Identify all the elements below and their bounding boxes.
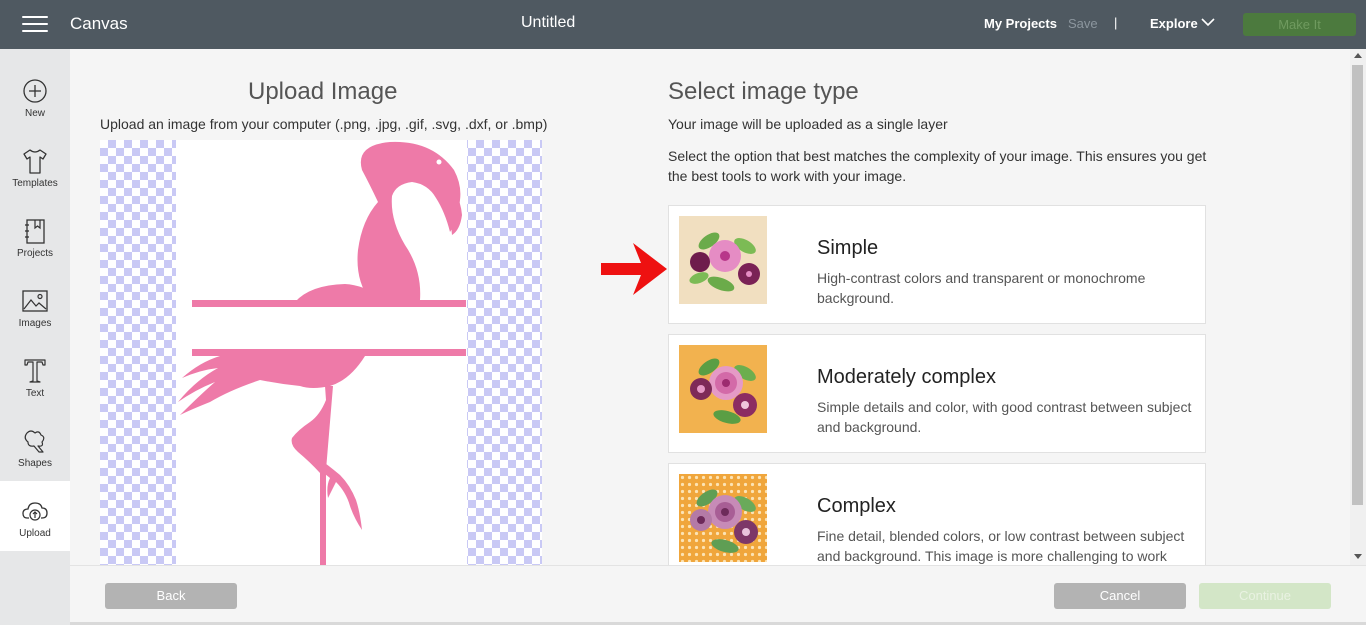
- card-description: Simple details and color, with good cont…: [817, 399, 1192, 435]
- shapes-icon: [24, 430, 45, 453]
- sidebar-item-new[interactable]: New: [0, 61, 70, 131]
- complex-thumbnail: [679, 474, 767, 562]
- sidebar-item-templates[interactable]: Templates: [0, 131, 70, 201]
- select-type-title: Select image type: [668, 78, 859, 105]
- plus-circle-icon: [23, 79, 47, 103]
- sidebar-item-text[interactable]: Text: [0, 341, 70, 411]
- text-t-icon: [24, 359, 46, 383]
- sidebar-item-label: Projects: [16, 248, 54, 259]
- card-title: Simple: [817, 237, 879, 259]
- dialog-footer: Back Cancel Continue: [70, 565, 1366, 625]
- top-bar: Canvas Untitled My Projects Save | Explo…: [0, 0, 1366, 49]
- image-preview: [100, 140, 542, 565]
- continue-button[interactable]: Continue: [1199, 583, 1331, 609]
- make-it-button[interactable]: Make It: [1243, 13, 1356, 36]
- upload-title: Upload Image: [248, 78, 398, 105]
- left-toolbar: New Templates Projects Images Text Shape…: [0, 49, 70, 625]
- sidebar-item-upload[interactable]: Upload: [0, 481, 70, 551]
- document-title[interactable]: Untitled: [521, 14, 575, 32]
- select-type-note: Your image will be uploaded as a single …: [668, 116, 948, 132]
- card-title: Moderately complex: [817, 366, 996, 388]
- sidebar-item-images[interactable]: Images: [0, 271, 70, 341]
- card-description: High-contrast colors and transparent or …: [817, 270, 1146, 306]
- main-content: Upload Image Upload an image from your c…: [70, 49, 1350, 565]
- scroll-down-icon[interactable]: [1354, 554, 1362, 559]
- scrollbar-thumb[interactable]: [1352, 65, 1363, 505]
- image-type-simple[interactable]: Simple High-contrast colors and transpar…: [668, 205, 1206, 324]
- sidebar-item-shapes[interactable]: Shapes: [0, 411, 70, 481]
- sidebar-item-label: Images: [18, 318, 52, 329]
- sidebar-item-label: Templates: [12, 178, 58, 189]
- sidebar-item-label: Text: [25, 388, 45, 399]
- select-type-description: Select the option that best matches the …: [668, 148, 1207, 184]
- card-title: Complex: [817, 495, 896, 517]
- image-icon: [22, 290, 48, 312]
- notebook-icon: [25, 219, 45, 244]
- header-separator: |: [1114, 15, 1118, 30]
- sidebar-item-label: New: [24, 108, 45, 119]
- cancel-button[interactable]: Cancel: [1054, 583, 1186, 609]
- moderately-complex-thumbnail: [679, 345, 767, 433]
- upload-subtitle: Upload an image from your computer (.png…: [100, 116, 548, 132]
- cloud-upload-icon: [22, 502, 48, 521]
- simple-thumbnail: [679, 216, 767, 304]
- scroll-up-icon[interactable]: [1354, 53, 1362, 58]
- image-type-moderately-complex[interactable]: Moderately complex Simple details and co…: [668, 334, 1206, 453]
- card-description: Fine detail, blended colors, or low cont…: [817, 528, 1185, 564]
- sidebar-item-label: Upload: [19, 528, 51, 539]
- flamingo-image: [178, 141, 466, 565]
- sidebar-item-projects[interactable]: Projects: [0, 201, 70, 271]
- app-name: Canvas: [70, 14, 128, 33]
- vertical-scrollbar[interactable]: [1350, 49, 1366, 565]
- chevron-down-icon[interactable]: [1201, 17, 1215, 27]
- my-projects-link[interactable]: My Projects: [984, 16, 1057, 31]
- explore-menu[interactable]: Explore: [1150, 16, 1198, 31]
- save-button[interactable]: Save: [1068, 16, 1098, 31]
- sidebar-item-label: Shapes: [18, 458, 52, 469]
- back-button[interactable]: Back: [105, 583, 237, 609]
- hamburger-menu-icon[interactable]: [22, 16, 48, 34]
- image-type-complex[interactable]: Complex Fine detail, blended colors, or …: [668, 463, 1206, 565]
- tshirt-icon: [23, 149, 47, 174]
- red-arrow-icon: [601, 243, 667, 295]
